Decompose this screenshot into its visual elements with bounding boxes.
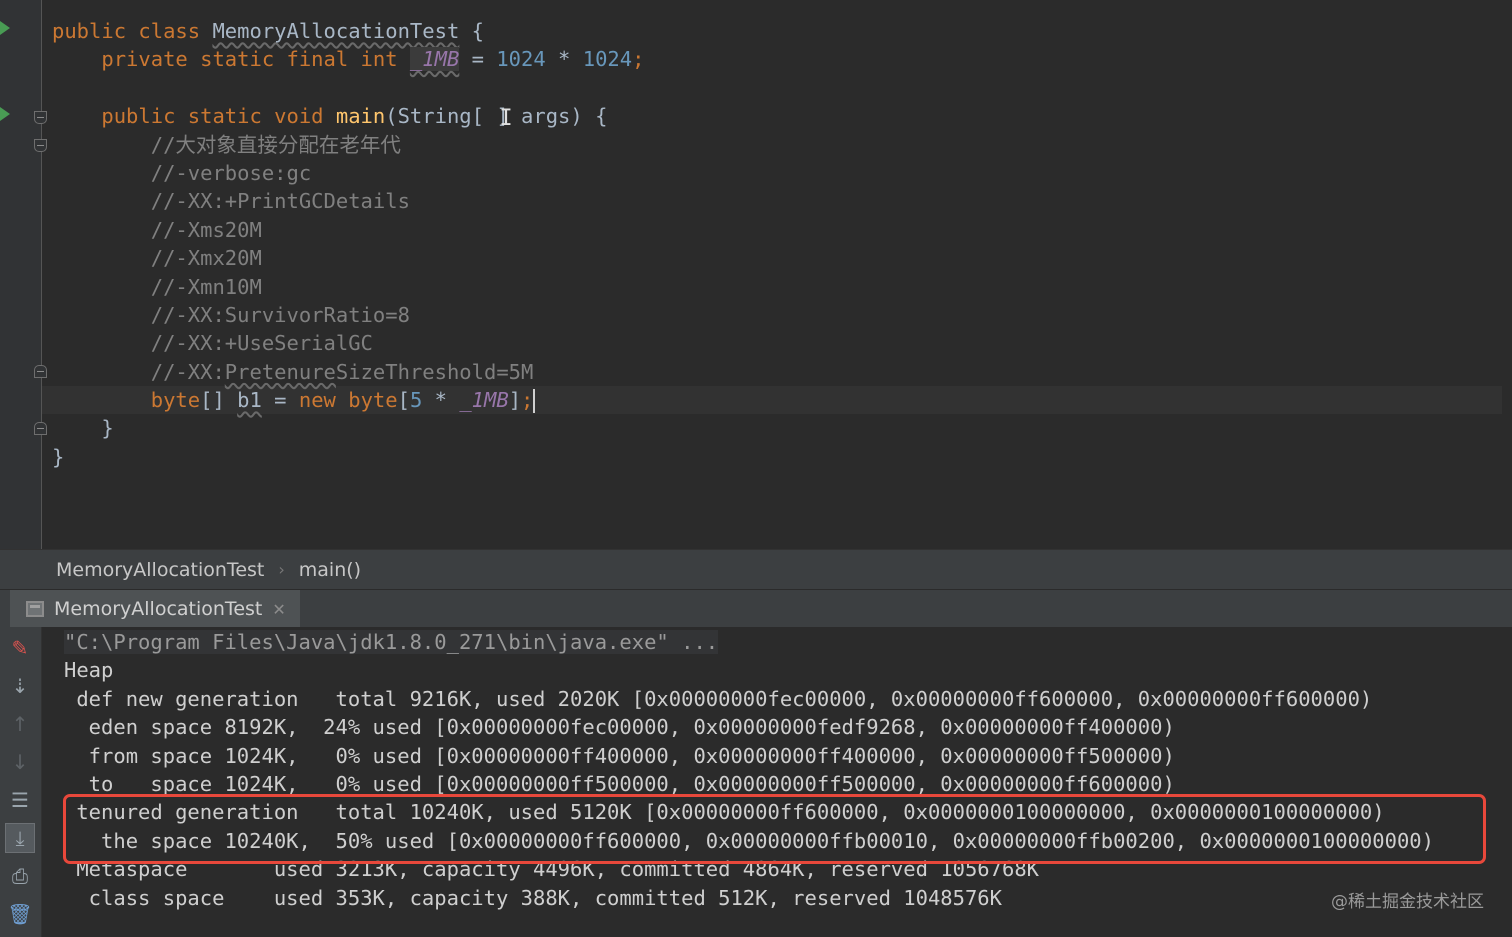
console-line: eden space 8192K, 24% used [0x00000000fe… <box>64 713 1434 741</box>
print-icon[interactable]: ⎙ <box>5 861 35 891</box>
console-command-line: "C:\Program Files\Java\jdk1.8.0_271\bin\… <box>64 628 1434 656</box>
code-line[interactable]: //大对象直接分配在老年代 <box>52 131 1502 159</box>
watermark: @稀土掘金技术社区 <box>1331 892 1484 912</box>
console-text: eden space 8192K, 24% used [0x00000000fe… <box>64 715 1175 740</box>
console-line: from space 1024K, 0% used [0x00000000ff4… <box>64 742 1434 770</box>
code-token: //-verbose:gc <box>52 160 312 185</box>
code-line[interactable]: public static void main(String[ ] args) … <box>52 102 1502 130</box>
code-line[interactable]: private static final int _1MB = 1024 * 1… <box>52 45 1502 73</box>
run-console: ✎ ⇣ ↑ ↓ ☰ ⤓ ⎙ 🗑 "C:\Program Files\Java\j… <box>0 627 1512 937</box>
console-text: Heap <box>64 658 114 683</box>
code-token: * <box>422 388 460 413</box>
code-token: [ <box>397 388 410 413</box>
arrow-up-icon[interactable]: ↑ <box>5 709 35 739</box>
code-line[interactable]: //-XX:SurvivorRatio=8 <box>52 301 1502 329</box>
code-line[interactable]: byte[] b1 = new byte[5 * _1MB]; <box>42 386 1502 415</box>
console-text: def new generation total 9216K, used 202… <box>64 686 1373 711</box>
code-token: public static void <box>52 104 336 129</box>
code-token: //-XX:+PrintGCDetails <box>52 189 410 214</box>
code-token: new byte <box>298 388 398 413</box>
code-token: //-Xmn10M <box>52 274 262 299</box>
code-line[interactable]: } <box>52 443 1502 471</box>
code-token: 1024 <box>582 47 633 72</box>
breadcrumb-class[interactable]: MemoryAllocationTest <box>56 559 264 581</box>
code-token: MemoryAllocationTest <box>212 19 460 43</box>
breadcrumb-method[interactable]: main() <box>299 559 361 581</box>
run-tab-bar: MemoryAllocationTest ✕ <box>0 589 1512 628</box>
console-output[interactable]: "C:\Program Files\Java\jdk1.8.0_271\bin\… <box>64 628 1434 912</box>
code-line[interactable]: } <box>52 414 1502 442</box>
run-tab-label: MemoryAllocationTest <box>54 598 263 620</box>
run-tab[interactable]: MemoryAllocationTest ✕ <box>10 590 300 628</box>
code-token: //-Xms20M <box>52 217 262 242</box>
console-text: class space used 353K, capacity 388K, co… <box>64 885 1002 910</box>
code-editor[interactable]: public class MemoryAllocationTest { priv… <box>0 0 1512 549</box>
code-token: 5 <box>409 388 423 413</box>
code-line[interactable]: //-XX:+PrintGCDetails <box>52 187 1502 215</box>
code-token: //大对象直接分配在老年代 <box>52 132 401 157</box>
code-token: private static final int <box>52 47 410 72</box>
code-token: ; <box>632 47 645 72</box>
console-text: to space 1024K, 0% used [0x00000000ff500… <box>64 771 1175 796</box>
code-token: * <box>545 47 583 72</box>
code-token: _1MB <box>409 47 460 72</box>
code-token: ; <box>521 388 534 413</box>
fold-method-icon[interactable] <box>34 111 47 124</box>
code-token: SizeThreshold=5M <box>335 359 534 384</box>
soft-wrap-icon[interactable]: ☰ <box>5 785 35 815</box>
fold-comment-end-icon[interactable] <box>34 365 47 378</box>
run-main-icon[interactable] <box>0 107 10 121</box>
console-text: from space 1024K, 0% used [0x00000000ff4… <box>64 743 1175 768</box>
code-token: (String[ ] args) { <box>385 104 608 129</box>
console-toolstrip: ✎ ⇣ ↑ ↓ ☰ ⤓ ⎙ 🗑 <box>0 627 42 937</box>
code-token: = <box>261 388 299 413</box>
code-token: main <box>335 104 386 129</box>
code-line[interactable]: //-XX:+UseSerialGC <box>52 329 1502 357</box>
source-code[interactable]: public class MemoryAllocationTest { priv… <box>42 17 1502 471</box>
code-token: } <box>52 416 114 441</box>
code-token: //-XX: <box>52 359 225 384</box>
code-line[interactable]: //-Xms20M <box>52 216 1502 244</box>
run-config-icon <box>26 601 44 617</box>
code-line[interactable]: //-XX:PretenureSizeThreshold=5M <box>52 358 1502 386</box>
code-token: //-Xmx20M <box>52 246 262 271</box>
console-line: class space used 353K, capacity 388K, co… <box>64 884 1434 912</box>
console-text[interactable]: "C:\Program Files\Java\jdk1.8.0_271\bin\… <box>64 630 719 654</box>
console-line: def new generation total 9216K, used 202… <box>64 685 1434 713</box>
code-token: b1 <box>237 388 262 413</box>
code-token: _1MB <box>459 388 509 413</box>
fold-method-end-icon[interactable] <box>34 422 47 435</box>
code-token: Pretenure <box>224 359 336 384</box>
console-line: Heap <box>64 656 1434 684</box>
code-line[interactable]: //-Xmx20M <box>52 244 1502 272</box>
arrow-down-icon[interactable]: ↓ <box>5 747 35 777</box>
code-line[interactable]: //-Xmn10M <box>52 273 1502 301</box>
sort-down-icon[interactable]: ⇣ <box>5 671 35 701</box>
code-token: [] <box>200 388 238 413</box>
code-token: byte <box>52 388 201 413</box>
breadcrumb: MemoryAllocationTest › main() <box>0 549 1512 589</box>
code-token: public class <box>52 19 213 43</box>
code-line[interactable]: //-verbose:gc <box>52 159 1502 187</box>
pencil-icon[interactable]: ✎ <box>5 633 35 663</box>
code-token: { <box>459 19 484 43</box>
editor-gutter <box>0 0 47 549</box>
fold-comment-icon[interactable] <box>34 139 47 152</box>
code-line[interactable]: public class MemoryAllocationTest { <box>52 17 1502 45</box>
text-caret <box>533 389 536 414</box>
code-token: ] <box>508 388 522 413</box>
code-token: } <box>52 444 65 469</box>
chevron-right-icon: › <box>278 560 285 579</box>
code-token: 1024 <box>496 47 546 72</box>
text-cursor-icon: I <box>499 106 513 131</box>
code-token: //-XX:SurvivorRatio=8 <box>52 302 410 327</box>
run-class-icon[interactable] <box>0 21 10 35</box>
code-token: //-XX:+UseSerialGC <box>52 331 373 356</box>
trash-icon[interactable]: 🗑 <box>5 899 35 929</box>
close-icon[interactable]: ✕ <box>272 600 285 619</box>
code-line[interactable] <box>52 74 1502 102</box>
code-token: = <box>459 47 497 72</box>
highlight-box-tenured <box>63 794 1486 864</box>
scroll-to-end-icon[interactable]: ⤓ <box>5 823 35 853</box>
